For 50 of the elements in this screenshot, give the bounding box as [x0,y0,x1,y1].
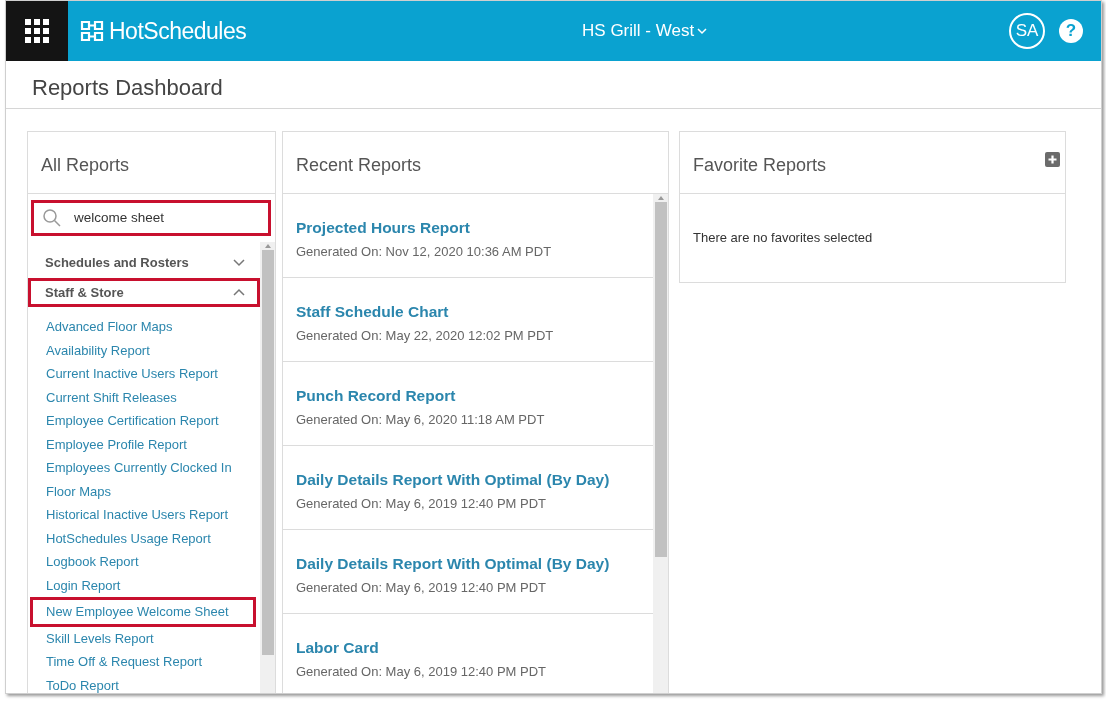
report-link[interactable]: Time Off & Request Report [46,650,256,674]
report-link[interactable]: Current Inactive Users Report [46,362,256,386]
category-header[interactable]: Staff & Store [28,277,260,307]
report-link[interactable]: Projected Hours Report [296,216,470,240]
report-link[interactable]: New Employee Welcome Sheet [30,597,256,627]
generated-date: Generated On: Nov 12, 2020 10:36 AM PDT [296,243,553,261]
report-link[interactable]: Historical Inactive Users Report [46,503,256,527]
panel-title: All Reports [41,154,130,177]
report-link[interactable]: Punch Record Report [296,384,456,408]
report-link[interactable]: Skill Levels Report [46,626,256,650]
brand-name: HotSchedules [109,16,247,46]
empty-message: There are no favorites selected [692,229,874,247]
report-link[interactable]: Daily Details Report With Optimal (By Day) [296,552,610,576]
report-link[interactable]: Logbook Report [46,550,256,574]
apps-menu-button[interactable] [6,1,68,61]
category-header[interactable]: Schedules and Rosters [28,248,260,278]
search-field[interactable]: welcome sheet [31,200,271,236]
report-link[interactable]: ToDo Report [46,673,256,693]
report-link[interactable]: Staff Schedule Chart [296,300,449,324]
report-link[interactable]: HotSchedules Usage Report [46,526,256,550]
report-link[interactable]: Login Report [46,573,256,597]
report-link[interactable]: Employee Profile Report [46,432,256,456]
generated-date: Generated On: May 6, 2019 12:40 PM PDT [296,663,548,681]
generated-date: Generated On: May 6, 2019 12:40 PM PDT [296,495,548,513]
report-link[interactable]: Availability Report [46,338,256,362]
grid-icon [25,19,49,43]
report-link[interactable]: Employee Certification Report [46,409,256,433]
report-link[interactable]: Current Shift Releases [46,385,256,409]
scrollbar[interactable] [653,194,668,693]
report-link[interactable]: Employees Currently Clocked In [46,456,256,480]
add-icon[interactable] [1045,152,1060,167]
generated-date: Generated On: May 6, 2020 11:18 AM PDT [296,411,546,429]
panel-title: Favorite Reports [693,154,827,177]
generated-date: Generated On: May 22, 2020 12:02 PM PDT [296,327,555,345]
user-avatar[interactable]: SA [1009,13,1045,49]
panel-title: Recent Reports [296,154,422,177]
scrollbar-thumb[interactable] [261,250,274,655]
report-link[interactable]: Labor Card [296,636,379,660]
report-link[interactable]: Daily Details Report With Optimal (By Day) [296,468,610,492]
scrollbar[interactable] [260,242,275,693]
page-title: Reports Dashboard [6,61,1101,109]
scrollbar-thumb[interactable] [654,202,667,557]
report-link[interactable]: Advanced Floor Maps [46,315,256,339]
report-link[interactable]: Floor Maps [46,479,256,503]
search-icon [42,208,62,228]
chevron-down-icon [697,27,708,35]
logo-icon [80,20,104,42]
help-button[interactable]: ? [1059,19,1083,43]
location-dropdown[interactable]: HS Grill - West [542,17,714,45]
generated-date: Generated On: May 6, 2019 12:40 PM PDT [296,579,548,597]
